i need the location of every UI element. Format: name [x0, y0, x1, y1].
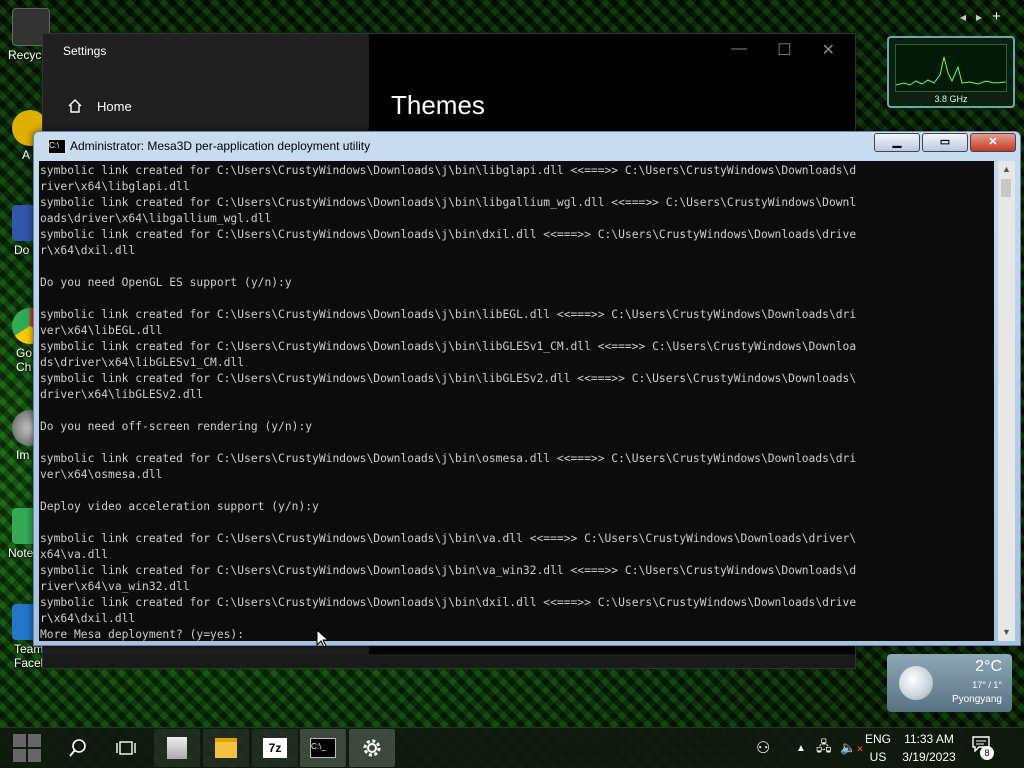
console-line: symbolic link created for C:\Users\Crust…: [40, 564, 857, 577]
console-line: symbolic link created for C:\Users\Crust…: [40, 228, 857, 241]
mouse-cursor-icon: [316, 629, 328, 648]
settings-bottom-bar: [43, 654, 855, 668]
scrollbar-thumb[interactable]: [1001, 179, 1011, 197]
settings-home-label: Home: [97, 98, 132, 114]
console-line: Do you need off-screen rendering (y/n):y: [40, 420, 313, 433]
console-line: driver\x64\libGLESv2.dll: [40, 388, 204, 401]
console-line: symbolic link created for C:\Users\Crust…: [40, 596, 857, 609]
chevron-up-icon: ▲: [796, 742, 806, 754]
console-line: ver\x64\osmesa.dll: [40, 468, 163, 481]
search-icon: [69, 739, 86, 757]
taskbar: 7z C:\_ ⚇ ▲ 🖧 🔈✕ ENG US 11:33 AM 3/19/20…: [0, 727, 1024, 768]
console-icon: C:\: [48, 139, 66, 154]
clock-date: 3/19/2023: [902, 750, 956, 764]
weather-gadget[interactable]: 2°C 17° / 1° Pyongyang: [887, 654, 1012, 712]
language-code: ENG: [865, 732, 892, 746]
console-line: river\x64\va_win32.dll: [40, 580, 190, 593]
taskbar-app-file-explorer[interactable]: [203, 729, 249, 767]
console-text: symbolic link created for C:\Users\Crust…: [39, 161, 994, 641]
console-window[interactable]: C:\ Administrator: Mesa3D per-applicatio…: [33, 131, 1021, 646]
console-title: Administrator: Mesa3D per-application de…: [70, 139, 371, 153]
console-line: river\x64\libglapi.dll: [40, 180, 190, 193]
scroll-up-icon[interactable]: ▲: [998, 161, 1015, 178]
weather-range: 17° / 1°: [972, 680, 1002, 690]
console-line: symbolic link created for C:\Users\Crust…: [40, 164, 857, 177]
gadget-arrows: ◂ ▸ +: [955, 8, 1006, 25]
home-icon: [68, 99, 82, 113]
gear-icon: [363, 739, 381, 757]
console-line: r\x64\dxil.dll: [40, 244, 136, 257]
taskbar-app-document[interactable]: [154, 729, 200, 767]
console-scrollbar[interactable]: ▲ ▼: [998, 161, 1015, 641]
console-line: symbolic link created for C:\Users\Crust…: [40, 308, 857, 321]
show-hidden-icons-button[interactable]: ▲: [796, 728, 806, 768]
taskbar-app-7zip[interactable]: 7z: [252, 729, 298, 767]
console-output[interactable]: symbolic link created for C:\Users\Crust…: [39, 161, 994, 641]
windows-logo-icon: [13, 734, 41, 762]
console-icon: C:\_: [310, 738, 336, 758]
minimize-button[interactable]: ▁: [874, 133, 920, 152]
start-button[interactable]: [0, 728, 54, 768]
cpu-graph: [895, 44, 1007, 92]
search-button[interactable]: [56, 728, 100, 768]
region-code: US: [869, 750, 887, 764]
console-line: Deploy video acceleration support (y/n):…: [40, 500, 319, 513]
weather-city: Pyongyang: [951, 694, 1002, 705]
cpu-frequency: 3.8 GHz: [934, 94, 968, 104]
close-button[interactable]: ✕: [970, 133, 1016, 152]
weather-temp: 2°C: [975, 658, 1002, 675]
volume-button[interactable]: 🔈✕: [840, 728, 864, 768]
folder-icon: [215, 738, 237, 758]
cpu-meter-gadget[interactable]: 3.8 GHz: [887, 36, 1015, 108]
minimize-icon[interactable]: —: [731, 40, 747, 60]
task-view-button[interactable]: [104, 728, 148, 768]
chevron-right-icon[interactable]: ▸: [976, 10, 982, 24]
settings-window-title: Settings: [63, 44, 107, 58]
taskbar-app-command-prompt[interactable]: C:\_: [300, 729, 346, 767]
network-icon: 🖧: [816, 738, 832, 754]
console-line: ver\x64\libEGL.dll: [40, 324, 163, 337]
maximize-icon[interactable]: ☐: [777, 40, 791, 60]
notification-count-badge: 8: [980, 746, 994, 760]
taskbar-app-settings[interactable]: [349, 729, 395, 767]
console-line: oads\driver\x64\libgallium_wgl.dll: [40, 212, 272, 225]
clock-time: 11:33 AM: [904, 732, 954, 746]
action-center-button[interactable]: 8: [972, 736, 994, 760]
people-icon: ⚇: [756, 740, 771, 757]
moon-icon: [899, 666, 933, 700]
console-line: x64\va.dll: [40, 548, 109, 561]
settings-nav-home[interactable]: Home: [67, 98, 132, 114]
input-language-indicator[interactable]: ENG US: [865, 730, 891, 766]
network-button[interactable]: 🖧: [816, 728, 832, 768]
task-view-icon: [116, 741, 136, 755]
scroll-down-icon[interactable]: ▼: [998, 624, 1015, 641]
people-button[interactable]: ⚇: [756, 728, 770, 768]
console-line: ds\driver\x64\libGLESv1_CM.dll: [40, 356, 245, 369]
console-titlebar[interactable]: C:\ Administrator: Mesa3D per-applicatio…: [34, 132, 1020, 160]
console-line: More Mesa deployment? (y=yes):: [40, 628, 251, 641]
settings-page-title: Themes: [391, 90, 485, 120]
maximize-button[interactable]: ▭: [922, 133, 968, 152]
7z-icon: 7z: [263, 738, 287, 758]
console-line: symbolic link created for C:\Users\Crust…: [40, 196, 857, 209]
settings-window-controls: — ☐ ✕: [731, 40, 835, 60]
close-icon[interactable]: ✕: [822, 40, 835, 60]
document-icon: [167, 737, 187, 759]
console-window-controls: ▁ ▭ ✕: [874, 133, 1016, 152]
console-line: Do you need OpenGL ES support (y/n):y: [40, 276, 292, 289]
console-line: symbolic link created for C:\Users\Crust…: [40, 452, 857, 465]
console-line: symbolic link created for C:\Users\Crust…: [40, 340, 857, 353]
volume-muted-icon: 🔈✕: [840, 740, 864, 755]
plus-icon[interactable]: +: [992, 8, 1001, 25]
console-line: r\x64\dxil.dll: [40, 612, 136, 625]
chevron-left-icon[interactable]: ◂: [960, 10, 966, 24]
taskbar-clock[interactable]: 11:33 AM 3/19/2023: [898, 730, 960, 766]
console-line: symbolic link created for C:\Users\Crust…: [40, 372, 857, 385]
console-line: symbolic link created for C:\Users\Crust…: [40, 532, 857, 545]
